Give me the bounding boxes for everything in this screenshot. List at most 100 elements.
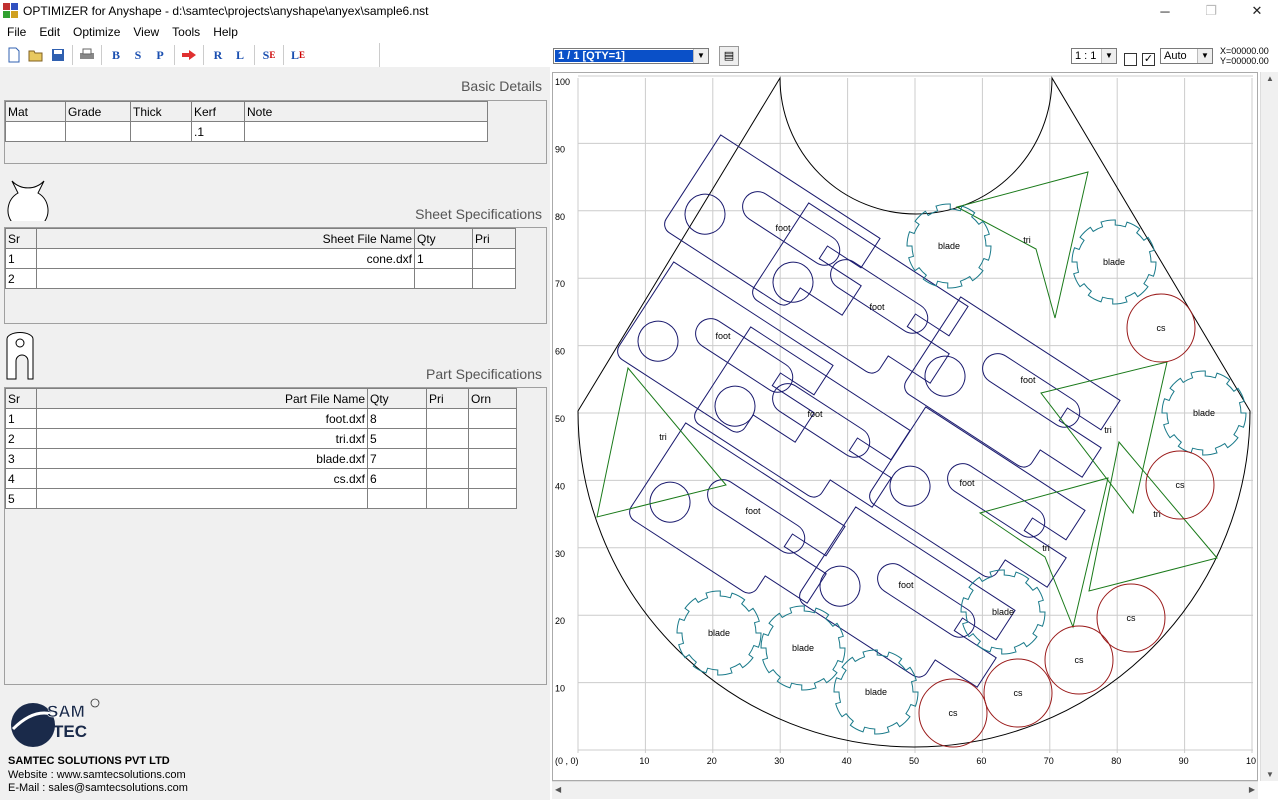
table-cell[interactable] [468,428,517,449]
table-cell[interactable] [65,121,131,142]
table-cell[interactable] [426,488,469,509]
table-cell[interactable] [468,468,517,489]
table-cell[interactable] [367,488,427,509]
layout-select[interactable]: 1 / 1 [QTY=1] ▼ [553,48,709,64]
table-cell[interactable]: 2 [5,428,37,449]
table-cell[interactable]: 5 [367,428,427,449]
horizontal-scrollbar[interactable]: ◀ ▶ [552,781,1258,799]
cs-label: cs [1127,613,1137,623]
table-cell[interactable]: 1 [5,408,37,429]
table-cell[interactable]: 1 [5,248,37,269]
table-cell[interactable]: blade.dxf [36,448,368,469]
column-header[interactable]: Kerf [191,101,245,122]
window-title: OPTIMIZER for Anyshape - d:\samtec\proje… [23,4,429,18]
column-header[interactable]: Orn [468,388,517,409]
column-header[interactable]: Mat [5,101,66,122]
column-header[interactable]: Qty [367,388,427,409]
table-cell[interactable] [472,268,516,289]
table-cell[interactable] [244,121,488,142]
foot-slot [877,563,976,638]
table-row[interactable]: 2 [5,268,516,289]
table-row[interactable]: 1 cone.dxf 1 [5,248,516,269]
menu-optimize[interactable]: Optimize [66,25,126,39]
tri-part [596,366,727,518]
column-header[interactable]: Note [244,101,488,122]
table-row[interactable]: 3 blade.dxf 7 [5,448,517,469]
table-cell[interactable]: 7 [367,448,427,469]
zoom-select[interactable]: 1 : 1 ▼ [1071,48,1117,64]
table-cell[interactable] [468,448,517,469]
menu-edit[interactable]: Edit [32,25,66,39]
minimize-button[interactable]: ─ [1142,0,1188,22]
table-row[interactable]: 5 [5,488,517,509]
table-cell[interactable] [130,121,192,142]
toolbar-r-button[interactable]: R [207,44,229,66]
table-row[interactable]: 1 foot.dxf 8 [5,408,517,429]
column-header[interactable]: Sr [5,228,37,249]
company-email[interactable]: E-Mail : sales@samtecsolutions.com [8,782,188,794]
table-cell[interactable]: tri.dxf [36,428,368,449]
menu-tools[interactable]: Tools [165,25,206,39]
column-header[interactable]: Pri [426,388,469,409]
table-row[interactable]: 4 cs.dxf 6 [5,468,517,489]
run-icon[interactable] [178,44,200,66]
table-cell[interactable] [414,268,473,289]
nest-drawing[interactable]: 10 20 30 40 50 60 70 80 90 10 100 90 80 70 60 50 40 30 20 1… [553,73,1257,780]
table-cell[interactable] [426,448,469,469]
table-cell[interactable]: 3 [5,448,37,469]
menu-help[interactable]: Help [206,25,244,39]
column-header[interactable]: Part File Name [36,388,368,409]
column-header[interactable]: Sheet File Name [36,228,415,249]
column-header[interactable]: Sr [5,388,37,409]
table-cell[interactable] [36,268,415,289]
vertical-scrollbar[interactable]: ▲ ▼ [1260,72,1278,781]
option-checkbox-1[interactable] [1124,53,1137,66]
column-header[interactable]: Grade [65,101,131,122]
table-cell[interactable]: foot.dxf [36,408,368,429]
new-icon[interactable] [3,44,25,66]
table-row[interactable]: 2 tri.dxf 5 [5,428,517,449]
table-cell[interactable] [468,488,517,509]
menu-view[interactable]: View [126,25,165,39]
table-cell[interactable] [426,428,469,449]
print-icon[interactable] [76,44,98,66]
toolbar-p-button[interactable]: P [149,44,171,66]
company-website[interactable]: Website : www.samtecsolutions.com [8,769,186,781]
table-cell[interactable] [468,408,517,429]
table-cell[interactable]: 6 [367,468,427,489]
chevron-down-icon[interactable]: ▼ [1197,49,1212,63]
table-cell[interactable]: cs.dxf [36,468,368,489]
table-cell[interactable] [426,408,469,429]
nest-canvas[interactable]: 10 20 30 40 50 60 70 80 90 10 100 90 80 70 60 50 40 30 20 1… [552,72,1258,781]
table-cell[interactable]: 8 [367,408,427,429]
table-cell[interactable]: 2 [5,268,37,289]
menu-file[interactable]: File [0,25,32,39]
table-cell[interactable] [472,248,516,269]
table-cell[interactable] [5,121,66,142]
column-header[interactable]: Pri [472,228,516,249]
toolbar-se-button[interactable]: SE [258,44,280,66]
foot-part [664,134,881,316]
auto-select[interactable]: Auto ▼ [1160,48,1213,64]
table-cell[interactable] [36,488,368,509]
table-cell[interactable]: .1 [191,121,245,142]
toolbar-l-button[interactable]: L [229,44,251,66]
column-header[interactable]: Qty [414,228,473,249]
table-cell[interactable]: 1 [414,248,473,269]
maximize-button[interactable]: ❐ [1188,0,1234,22]
save-icon[interactable] [47,44,69,66]
column-header[interactable]: Thick [130,101,192,122]
close-button[interactable]: ✕ [1234,0,1280,22]
table-cell[interactable]: cone.dxf [36,248,415,269]
toolbar-le-button[interactable]: LE [287,44,309,66]
table-cell[interactable] [426,468,469,489]
toolbar-s-button[interactable]: S [127,44,149,66]
option-checkbox-2[interactable]: ✓ [1142,53,1155,66]
print-layout-icon[interactable]: ▤ [719,46,739,66]
table-cell[interactable]: 4 [5,468,37,489]
chevron-down-icon[interactable]: ▼ [1101,49,1116,63]
toolbar-b-button[interactable]: B [105,44,127,66]
open-icon[interactable] [25,44,47,66]
chevron-down-icon[interactable]: ▼ [693,49,708,63]
table-cell[interactable]: 5 [5,488,37,509]
